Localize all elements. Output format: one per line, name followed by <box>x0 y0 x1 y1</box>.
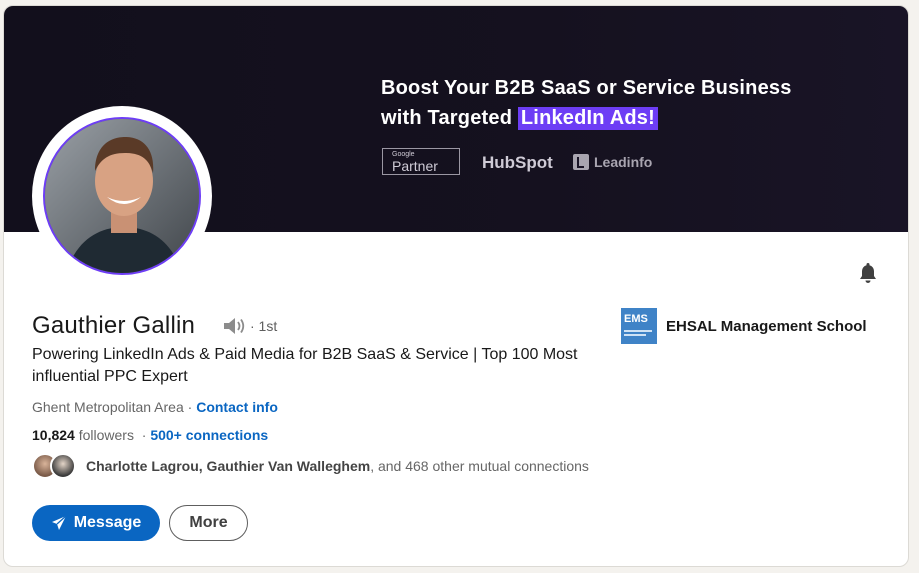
mutual-connections-text[interactable]: Charlotte Lagrou, Gauthier Van Walleghem… <box>86 458 589 474</box>
google-partner-logo: Google Partner <box>382 148 460 175</box>
followers-count: 10,824 <box>32 427 75 443</box>
school-logo-line <box>624 330 652 332</box>
mutual-connections[interactable]: Charlotte Lagrou, Gauthier Van Walleghem… <box>32 453 589 479</box>
banner-headline-line2: with Targeted LinkedIn Ads! <box>381 107 658 130</box>
profile-location: Ghent Metropolitan Area <box>32 399 184 415</box>
banner-highlight: LinkedIn Ads! <box>517 107 658 130</box>
profile-headline: Powering LinkedIn Ads & Paid Media for B… <box>32 346 578 385</box>
mutual-rest: , and 468 other mutual connections <box>370 458 589 474</box>
banner-headline-line1: Boost Your B2B SaaS or Service Business <box>381 77 792 99</box>
profile-photo[interactable] <box>43 117 201 275</box>
profile-location-line: Ghent Metropolitan Area · Contact info <box>32 399 278 415</box>
leadinfo-text: Leadinfo <box>594 154 653 170</box>
profile-card: Boost Your B2B SaaS or Service Business … <box>3 5 909 567</box>
bell-icon[interactable] <box>856 261 880 285</box>
connections-link[interactable]: 500+ connections <box>150 427 268 443</box>
person-silhouette-icon <box>45 119 199 273</box>
google-partner-small-text: Google <box>392 151 415 158</box>
mutual-names: Charlotte Lagrou, Gauthier Van Walleghem <box>86 458 371 474</box>
send-icon <box>51 515 67 530</box>
banner-line2-prefix: with Targeted <box>381 107 518 129</box>
contact-info-link[interactable]: Contact info <box>196 399 278 415</box>
leadinfo-logo: Leadinfo <box>573 154 652 170</box>
hubspot-logo: HubSpot <box>482 153 553 172</box>
message-button[interactable]: Message <box>32 505 160 541</box>
more-button[interactable]: More <box>169 505 248 541</box>
school-logo: EMS <box>621 308 657 344</box>
school-logo-text: EMS <box>624 313 648 325</box>
leadinfo-icon <box>573 154 589 170</box>
profile-photo-frame[interactable] <box>32 106 212 286</box>
stats-separator: · <box>133 427 151 443</box>
message-button-label: Message <box>73 514 142 531</box>
school-name: EHSAL Management School <box>666 317 867 335</box>
profile-name: Gauthier Gallin <box>32 312 196 339</box>
mutual-avatar <box>50 453 76 479</box>
connection-degree: · 1st <box>250 318 278 334</box>
google-partner-big-text: Partner <box>392 158 438 174</box>
followers-label: followers <box>74 427 134 443</box>
name-pronunciation-speaker-icon[interactable] <box>222 316 246 336</box>
profile-stats: 10,824 followers · 500+ connections <box>32 427 268 443</box>
education-school[interactable]: EMS EHSAL Management School <box>621 308 867 344</box>
location-separator: · <box>183 399 197 415</box>
school-logo-line <box>624 334 646 336</box>
